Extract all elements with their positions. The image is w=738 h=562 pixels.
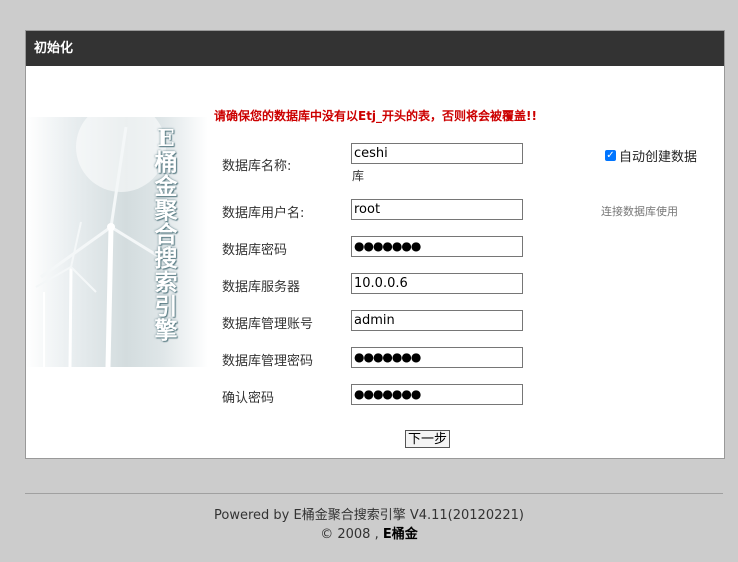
db-password-label: 数据库密码 bbox=[222, 243, 288, 258]
auto-create-checkbox[interactable]: ✓ 自动创建数据 bbox=[605, 146, 697, 165]
admin-password-input[interactable]: ●●●●●●● bbox=[351, 347, 523, 368]
copyright-text: © 2008 , E桶金 bbox=[0, 523, 738, 542]
auto-create-label: 自动创建数据 bbox=[619, 150, 698, 165]
db-name-input[interactable]: ceshi bbox=[351, 143, 523, 164]
checkbox-checked-icon[interactable]: ✓ bbox=[605, 150, 616, 161]
init-panel: 初始化 请确保您的数据库中没有以Etj_开头的表，否则将会被覆盖!! E桶金聚合… bbox=[25, 30, 725, 459]
next-step-button[interactable]: 下一步 bbox=[405, 430, 451, 448]
db-server-label: 数据库服务器 bbox=[222, 280, 301, 295]
admin-account-input[interactable]: admin bbox=[351, 310, 523, 331]
copyright-brand: E桶金 bbox=[382, 527, 418, 542]
db-user-hint: 连接数据库使用 bbox=[601, 205, 678, 218]
product-banner: E桶金聚合搜索引擎 bbox=[26, 117, 208, 367]
admin-password-label: 数据库管理密码 bbox=[222, 354, 314, 369]
db-user-input[interactable]: root bbox=[351, 199, 523, 220]
db-server-input[interactable]: 10.0.0.6 bbox=[351, 273, 523, 294]
admin-account-label: 数据库管理账号 bbox=[222, 317, 314, 332]
copyright-prefix: © 2008 , bbox=[320, 527, 383, 542]
footer-divider bbox=[25, 493, 723, 494]
powered-by-text: Powered by E桶金聚合搜索引擎 V4.11(20120221) bbox=[214, 508, 524, 523]
db-name-label: 数据库名称: bbox=[222, 159, 292, 174]
db-password-input[interactable]: ●●●●●●● bbox=[351, 236, 523, 257]
panel-title: 初始化 bbox=[26, 31, 724, 66]
banner-title: E桶金聚合搜索引擎 bbox=[154, 125, 178, 344]
confirm-password-input[interactable]: ●●●●●●● bbox=[351, 384, 523, 405]
db-user-label: 数据库用户名: bbox=[222, 206, 305, 221]
overwrite-warning: 请确保您的数据库中没有以Etj_开头的表，否则将会被覆盖!! bbox=[214, 109, 537, 123]
db-name-note: 库 bbox=[352, 169, 365, 183]
confirm-password-label: 确认密码 bbox=[222, 391, 275, 406]
